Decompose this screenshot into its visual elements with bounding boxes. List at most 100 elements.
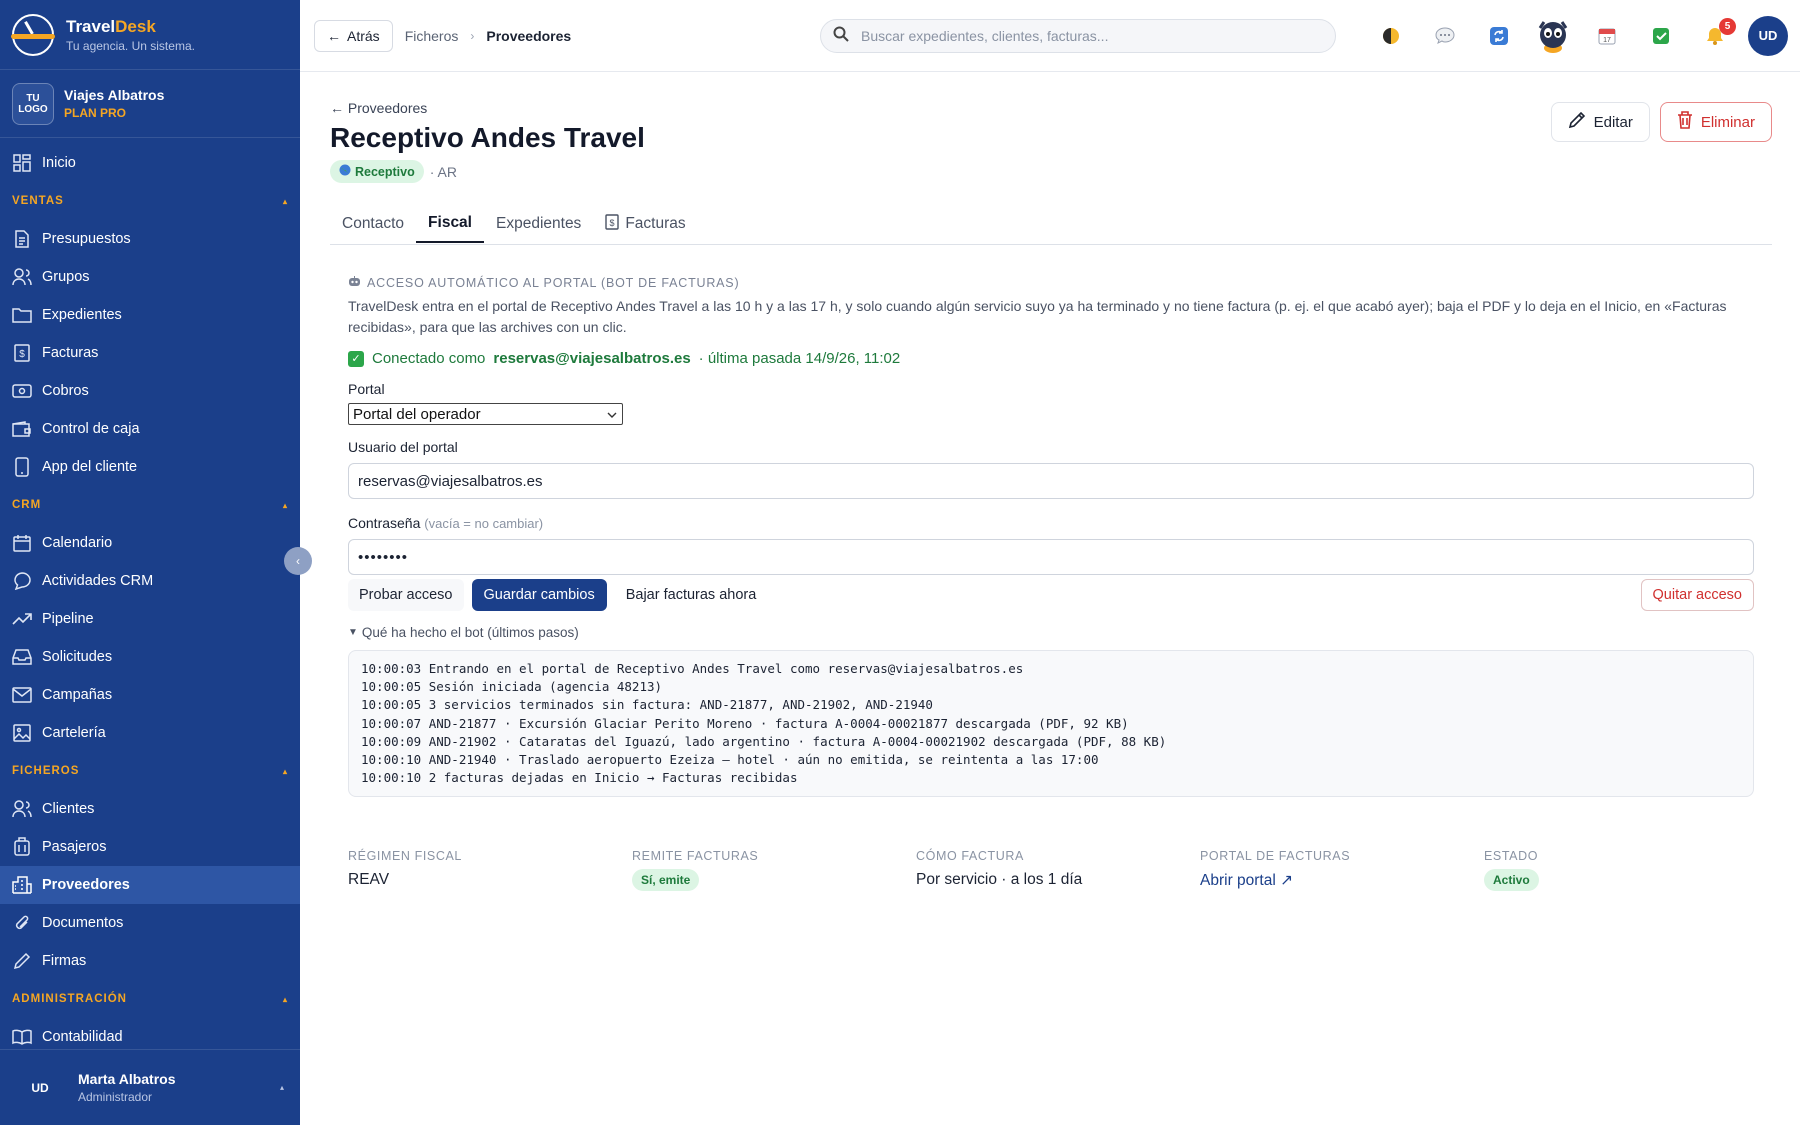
phone-icon xyxy=(12,457,32,477)
sidebar-item-cobros[interactable]: Cobros xyxy=(0,372,300,410)
sidebar-item-clientes[interactable]: Clientes xyxy=(0,790,300,828)
section-crm[interactable]: CRM ▴ xyxy=(0,486,300,524)
section-administracion[interactable]: ADMINISTRACIÓN ▴ xyxy=(0,980,300,1018)
tasks-check-icon[interactable] xyxy=(1634,16,1688,56)
sidebar-item-carteleria[interactable]: Cartelería xyxy=(0,714,300,752)
sidebar-item-inicio[interactable]: Inicio xyxy=(0,144,300,182)
sidebar-item-app-cliente[interactable]: App del cliente xyxy=(0,448,300,486)
connection-status: ✓ Conectado como reservas@viajesalbatros… xyxy=(348,350,1754,367)
invoice-icon: $ xyxy=(12,343,32,363)
summary-label: REMITE FACTURAS xyxy=(632,849,759,864)
sidebar-item-label: Actividades CRM xyxy=(42,573,154,589)
agency-switcher[interactable]: TU LOGO Viajes Albatros PLAN PRO xyxy=(0,70,300,138)
chevron-down-icon xyxy=(606,406,618,423)
sidebar-item-label: Proveedores xyxy=(42,877,130,893)
sidebar-item-presupuestos[interactable]: Presupuestos xyxy=(0,220,300,258)
portal-user-field[interactable]: reservas@viajesalbatros.es xyxy=(348,463,1754,499)
brand[interactable]: TravelDesk Tu agencia. Un sistema. xyxy=(0,0,300,70)
sidebar-item-label: Documentos xyxy=(42,915,124,931)
sidebar-item-firmas[interactable]: Firmas xyxy=(0,942,300,980)
sidebar-item-campanas[interactable]: Campañas xyxy=(0,676,300,714)
fetch-invoices-button[interactable]: Bajar facturas ahora xyxy=(614,579,768,611)
summary-label: PORTAL DE FACTURAS xyxy=(1200,849,1351,864)
test-access-button[interactable]: Probar acceso xyxy=(348,579,464,611)
sidebar-item-label: Clientes xyxy=(42,801,95,817)
log-line: 10:00:10 AND-21940 · Traslado aeropuerto… xyxy=(361,752,1099,768)
portal-title: ACCESO AUTOMÁTICO AL PORTAL (BOT DE FACT… xyxy=(348,275,1754,290)
sidebar-item-expedientes[interactable]: Expedientes xyxy=(0,296,300,334)
sidebar-item-control-caja[interactable]: Control de caja xyxy=(0,410,300,448)
password-label: Contraseña (vacía = no cambiar) xyxy=(348,515,1754,531)
bot-log-toggle[interactable]: ▼ Qué ha hecho el bot (últimos pasos) xyxy=(348,625,1754,640)
sidebar-item-facturas[interactable]: $ Facturas xyxy=(0,334,300,372)
connected-user: reservas@viajesalbatros.es xyxy=(493,350,691,367)
sidebar-item-calendario[interactable]: Calendario xyxy=(0,524,300,562)
country: · AR xyxy=(429,163,457,180)
portal-password-field[interactable]: •••••••• xyxy=(348,539,1754,575)
user-label: Usuario del portal xyxy=(348,439,458,455)
edit-button[interactable]: Editar xyxy=(1550,102,1650,142)
sidebar-item-actividades-crm[interactable]: Actividades CRM xyxy=(0,562,300,600)
portal-title-text: ACCESO AUTOMÁTICO AL PORTAL (BOT DE FACT… xyxy=(367,275,740,290)
sidebar-item-proveedores[interactable]: Proveedores xyxy=(0,866,300,904)
traveldesk-logo-icon xyxy=(11,13,55,56)
user-role: Administrador xyxy=(78,1090,153,1104)
sidebar-item-solicitudes[interactable]: Solicitudes xyxy=(0,638,300,676)
search-input[interactable]: Buscar expedientes, clientes, facturas..… xyxy=(820,18,1336,53)
remove-access-button[interactable]: Quitar acceso xyxy=(1640,579,1754,611)
sidebar-item-grupos[interactable]: Grupos xyxy=(0,258,300,296)
log-toggle-label: Qué ha hecho el bot (últimos pasos) xyxy=(361,625,579,640)
robot-icon xyxy=(348,275,361,290)
content: ← Proveedores Receptivo Andes Travel Rec… xyxy=(300,72,1800,892)
calendar-icon[interactable]: 17 xyxy=(1580,16,1634,56)
section-ventas[interactable]: VENTAS ▴ xyxy=(0,182,300,220)
sync-icon[interactable] xyxy=(1472,16,1526,56)
delete-label: Eliminar xyxy=(1700,113,1755,131)
sidebar-item-label: Pipeline xyxy=(42,611,94,627)
sidebar-item-label: Expedientes xyxy=(42,307,122,323)
summary-label: CÓMO FACTURA xyxy=(916,849,1024,864)
save-button[interactable]: Guardar cambios xyxy=(471,579,607,611)
agency-name: Viajes Albatros xyxy=(64,87,165,103)
chat-icon[interactable] xyxy=(1418,16,1472,56)
bell-icon[interactable]: 5 xyxy=(1688,16,1742,56)
password-label-text: Contraseña xyxy=(348,515,421,531)
avatar[interactable]: UD xyxy=(1748,15,1788,56)
log-line: 10:00:05 3 servicios terminados sin fact… xyxy=(361,697,933,713)
calendar-icon xyxy=(12,533,32,553)
sidebar-item-documentos[interactable]: Documentos xyxy=(0,904,300,942)
open-portal-link[interactable]: Abrir portal ↗ xyxy=(1200,871,1484,890)
users-icon xyxy=(12,799,32,819)
breadcrumb-ficheros[interactable]: Ficheros xyxy=(405,28,459,44)
summary-como: CÓMO FACTURA Por servicio · a los 1 día xyxy=(916,849,1200,891)
portal-description: TravelDesk entra en el portal de Recepti… xyxy=(348,298,1727,335)
delete-button[interactable]: Eliminar xyxy=(1659,102,1772,142)
agency-plan: PLAN PRO xyxy=(64,106,127,120)
summary-label: ESTADO xyxy=(1484,849,1539,864)
user-name: Marta Albatros xyxy=(78,1071,176,1087)
brand-tagline: Tu agencia. Un sistema. xyxy=(66,38,195,53)
tab-expedientes[interactable]: Expedientes xyxy=(484,205,593,243)
breadcrumb-separator: › xyxy=(470,28,475,43)
type-badge: Receptivo xyxy=(330,160,424,183)
sidebar-user[interactable]: UD Marta Albatros Administrador ▴ xyxy=(0,1049,300,1125)
svg-text:$: $ xyxy=(610,218,615,228)
folder-icon xyxy=(12,305,32,325)
portal-select[interactable]: Portal del operador xyxy=(348,403,623,425)
tab-fiscal[interactable]: Fiscal xyxy=(416,205,484,243)
theme-toggle-icon[interactable] xyxy=(1364,16,1418,56)
brand-name: TravelDesk xyxy=(66,16,156,36)
section-ficheros[interactable]: FICHEROS ▴ xyxy=(0,752,300,790)
sidebar-item-pipeline[interactable]: Pipeline xyxy=(0,600,300,638)
header-actions: Editar Eliminar xyxy=(1550,102,1772,142)
tab-contacto[interactable]: Contacto xyxy=(330,205,416,243)
document-icon xyxy=(12,229,32,249)
tab-facturas[interactable]: $ Facturas xyxy=(593,205,697,243)
bot-mascot-icon[interactable] xyxy=(1526,16,1580,56)
sidebar-item-pasajeros[interactable]: Pasajeros xyxy=(0,828,300,866)
type-badge-label: Receptivo xyxy=(355,164,415,179)
sidebar-item-label: Cobros xyxy=(42,383,89,399)
log-line: 10:00:09 AND-21902 · Cataratas del Iguaz… xyxy=(361,733,1167,749)
portal-access-panel: ACCESO AUTOMÁTICO AL PORTAL (BOT DE FACT… xyxy=(330,245,1772,798)
back-button[interactable]: ← Atrás xyxy=(314,19,393,52)
